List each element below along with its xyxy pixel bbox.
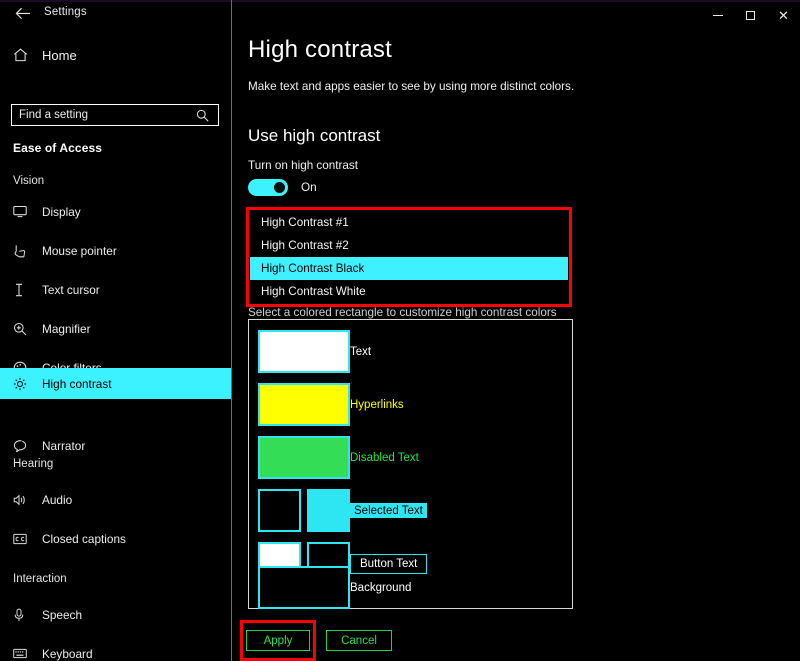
swatch-caption: Selected Text	[350, 503, 427, 518]
sidebar-item-audio[interactable]: Audio	[0, 484, 231, 515]
apply-highlight-box	[240, 620, 316, 661]
swatch-caption: Background	[350, 581, 412, 594]
swatch-hyperlink-color[interactable]	[258, 383, 350, 426]
title-bar: Settings ✕	[0, 2, 800, 28]
magnifier-icon	[13, 322, 36, 336]
sidebar-item-label: Closed captions	[42, 531, 126, 546]
sidebar-item-label: Text cursor	[42, 282, 100, 297]
color-swatch-panel: Text Hyperlinks Disabled Text Selected T…	[248, 319, 573, 609]
swatch-text-color[interactable]	[258, 330, 350, 373]
narrator-icon	[13, 439, 36, 453]
sidebar: Home Ease of Access Vision Display	[0, 28, 231, 661]
search-input[interactable]	[12, 105, 190, 125]
search-box[interactable]	[11, 104, 219, 126]
high-contrast-toggle[interactable]	[248, 179, 288, 196]
mouse-pointer-icon	[13, 244, 36, 258]
keyboard-icon	[13, 648, 36, 659]
swatch-row-hyperlinks: Hyperlinks	[258, 383, 404, 426]
sidebar-item-label: Display	[42, 204, 81, 219]
page-title: High contrast	[248, 36, 392, 63]
sun-contrast-icon	[13, 377, 36, 391]
high-contrast-toggle-group: On	[248, 179, 317, 196]
swatch-row-background: Background	[258, 566, 411, 609]
close-icon[interactable]: ✕	[767, 2, 800, 28]
sidebar-group-interaction: Interaction	[13, 573, 67, 585]
closed-captions-icon	[13, 533, 36, 545]
sidebar-item-home[interactable]: Home	[0, 42, 231, 68]
window-title: Settings	[44, 6, 87, 18]
sidebar-item-display[interactable]: Display	[0, 196, 231, 227]
swatch-selected-text-bg[interactable]	[307, 489, 350, 532]
toggle-state-label: On	[301, 181, 317, 194]
sidebar-item-magnifier[interactable]: Magnifier	[0, 313, 231, 344]
swatch-caption: Hyperlinks	[350, 398, 404, 411]
speaker-icon	[13, 493, 36, 507]
swatch-disabled-text-color[interactable]	[258, 436, 350, 479]
sidebar-group-hearing: Hearing	[13, 458, 54, 470]
cancel-button[interactable]: Cancel	[326, 630, 392, 651]
section-title: Use high contrast	[248, 126, 381, 145]
page-subtitle: Make text and apps easier to see by usin…	[248, 80, 575, 93]
sidebar-item-label: Speech	[42, 607, 83, 622]
sidebar-item-mouse-pointer[interactable]: Mouse pointer	[0, 235, 231, 266]
swatch-row-text: Text	[258, 330, 371, 373]
sidebar-item-label: High contrast	[42, 376, 112, 391]
swatch-background-color[interactable]	[258, 566, 350, 609]
text-cursor-icon	[13, 283, 36, 297]
maximize-icon[interactable]	[734, 2, 767, 28]
toggle-knob	[274, 182, 285, 193]
swatch-row-disabled-text: Disabled Text	[258, 436, 419, 479]
sidebar-item-label: Narrator	[42, 438, 86, 453]
back-arrow-icon[interactable]	[12, 5, 34, 25]
main-content: High contrast Make text and apps easier …	[232, 28, 800, 661]
sidebar-item-speech[interactable]: Speech	[0, 599, 231, 630]
sidebar-item-keyboard[interactable]: Keyboard	[0, 638, 231, 661]
settings-window: Settings ✕ Home Ease of	[0, 0, 800, 661]
sidebar-category-label: Ease of Access	[13, 141, 103, 155]
microphone-icon	[13, 608, 36, 622]
window-controls: ✕	[701, 2, 800, 28]
sidebar-home-label: Home	[42, 47, 77, 63]
swatch-hint-label: Select a colored rectangle to customize …	[248, 306, 557, 319]
swatch-row-selected-text: Selected Text	[258, 489, 427, 532]
swatch-caption: Text	[350, 345, 372, 358]
monitor-icon	[13, 205, 36, 218]
toggle-label: Turn on high contrast	[248, 159, 359, 172]
dropdown-highlight-box	[246, 207, 572, 307]
sidebar-item-high-contrast[interactable]: High contrast	[0, 368, 231, 399]
sidebar-item-label: Audio	[42, 492, 73, 507]
minimize-icon[interactable]	[701, 2, 734, 28]
sidebar-item-label: Magnifier	[42, 321, 91, 336]
search-icon[interactable]	[190, 109, 214, 122]
sidebar-item-label: Keyboard	[42, 646, 93, 661]
swatch-caption: Disabled Text	[350, 451, 419, 464]
sidebar-group-vision: Vision	[13, 175, 45, 187]
sidebar-item-closed-captions[interactable]: Closed captions	[0, 523, 231, 554]
sidebar-item-text-cursor[interactable]: Text cursor	[0, 274, 231, 305]
sidebar-item-narrator[interactable]: Narrator	[0, 430, 231, 461]
swatch-selected-text-fg[interactable]	[258, 489, 301, 532]
home-icon	[13, 48, 35, 62]
sidebar-item-label: Mouse pointer	[42, 243, 117, 258]
